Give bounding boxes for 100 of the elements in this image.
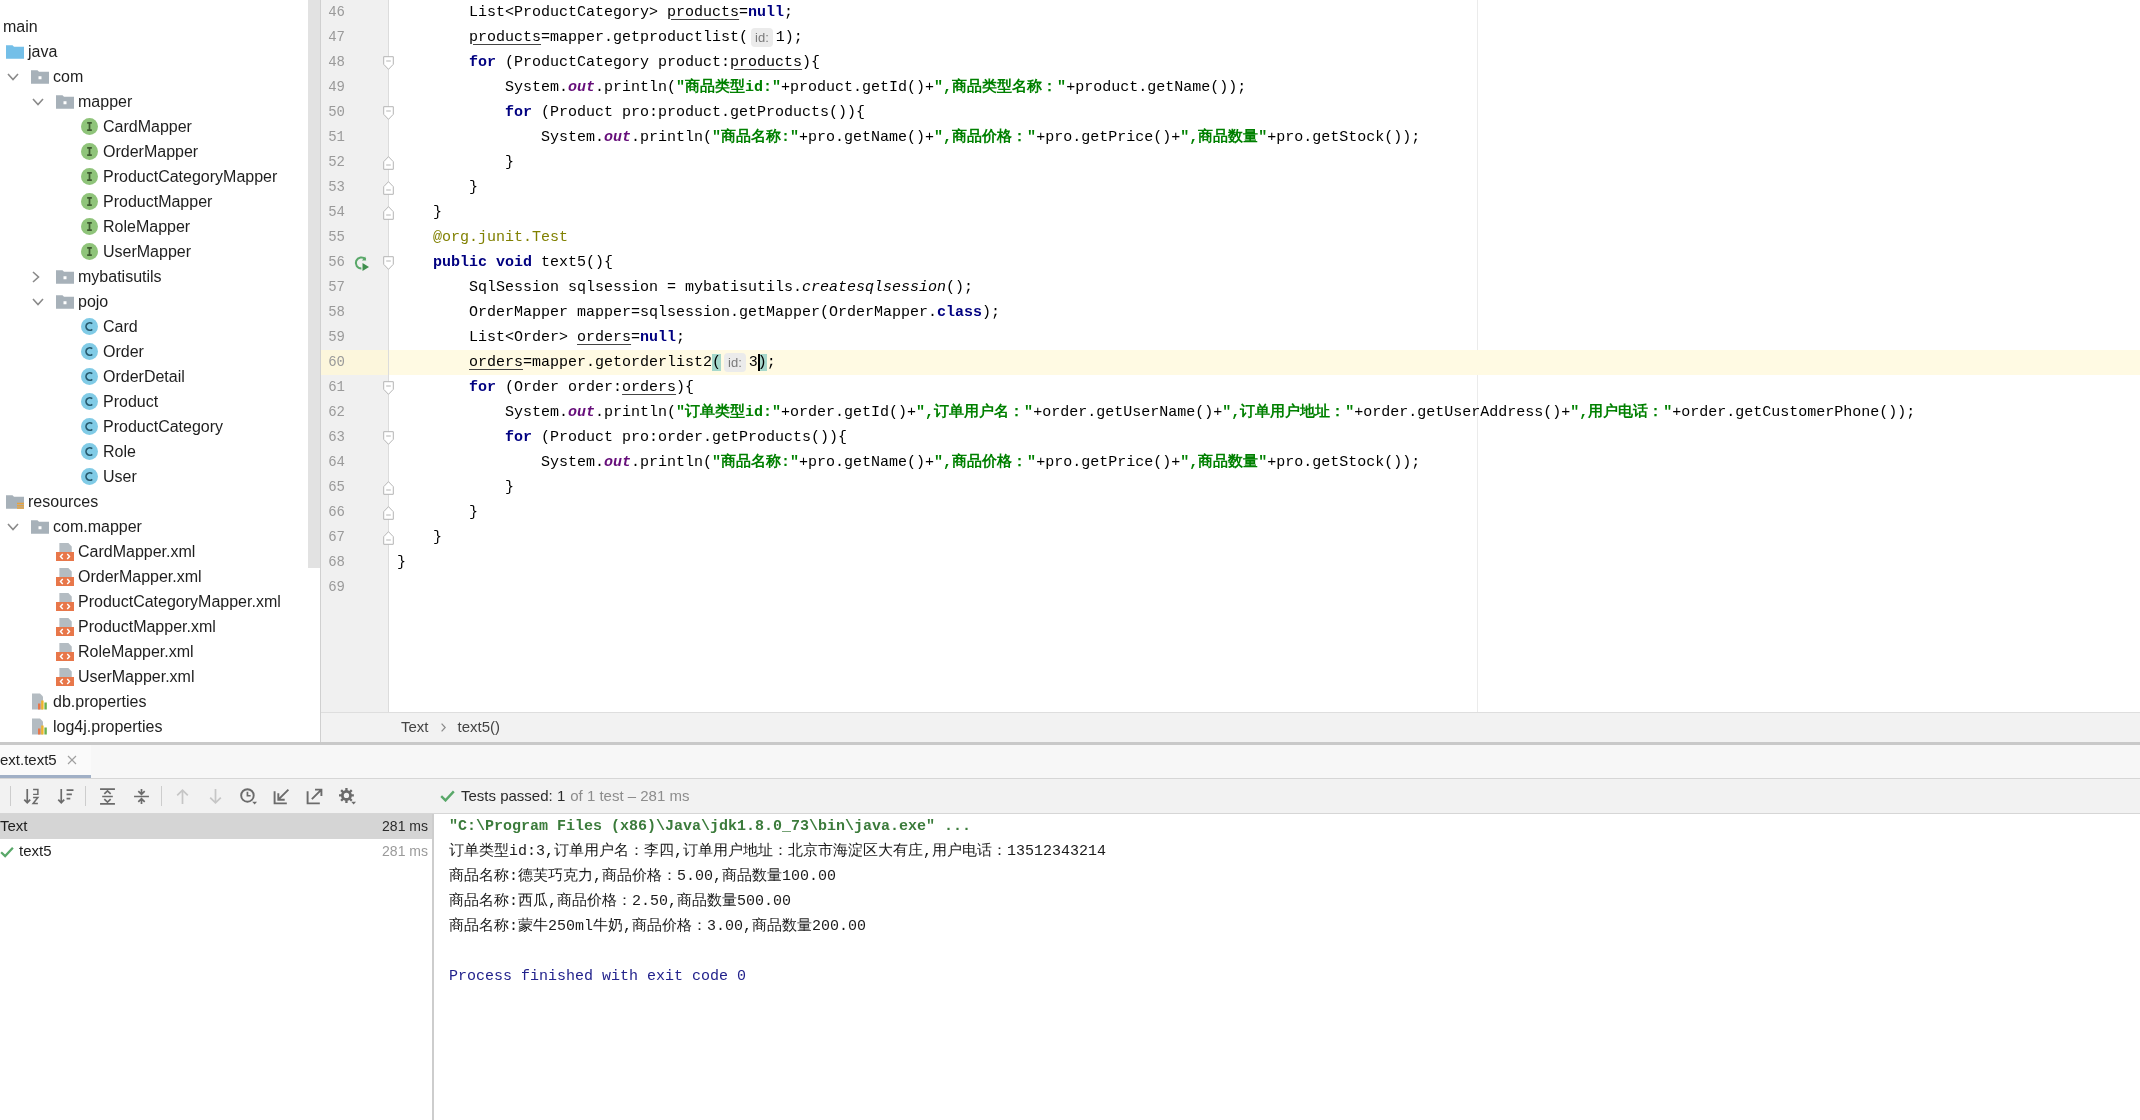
import-icon[interactable]: [273, 787, 290, 805]
code-line: for (Product pro:order.getProducts()){: [505, 427, 848, 448]
test-row[interactable]: text5 281 ms: [0, 839, 432, 864]
line-number: 58: [327, 304, 345, 321]
parameter-hint: id:: [724, 353, 746, 372]
fold-marker-icon[interactable]: [383, 256, 394, 270]
fold-marker-icon[interactable]: [383, 431, 394, 445]
tree-item[interactable]: com: [53, 65, 84, 88]
chevron-down-icon[interactable]: [32, 297, 44, 306]
tree-item[interactable]: ProductMapper: [103, 190, 213, 213]
line-number: 51: [327, 129, 345, 146]
sort-icon[interactable]: [57, 787, 74, 805]
chevron-down-icon[interactable]: [7, 522, 19, 531]
console-line: 商品名称:蒙牛250ml牛奶,商品价格：3.00,商品数量200.00: [449, 916, 867, 937]
line-number: 50: [327, 104, 345, 121]
xml-file-icon: [56, 642, 74, 661]
fold-marker-icon[interactable]: [383, 156, 394, 170]
tree-item[interactable]: RoleMapper: [103, 215, 191, 238]
tree-item[interactable]: Card: [103, 315, 138, 338]
code-line: System.out.println("商品类型id:"+product.getId()+",商品类型名称："+product.getName());: [505, 77, 1247, 98]
tree-item[interactable]: UserMapper: [103, 240, 192, 263]
tree-item[interactable]: java: [28, 40, 58, 63]
tree-item[interactable]: log4j.properties: [53, 715, 163, 738]
tree-item[interactable]: OrderMapper: [103, 140, 199, 163]
tree-item[interactable]: resources: [28, 490, 99, 513]
collapse-all-icon[interactable]: [133, 787, 150, 805]
line-number: 55: [327, 229, 345, 246]
class-icon: [81, 368, 98, 385]
code-line: }: [469, 502, 478, 523]
xml-file-icon: [56, 617, 74, 636]
tree-item[interactable]: main: [3, 15, 38, 38]
fold-marker-icon[interactable]: [383, 531, 394, 545]
code-line: }: [469, 177, 478, 198]
clock-icon[interactable]: [240, 787, 257, 805]
folder-icon: [31, 69, 49, 84]
tree-item[interactable]: Order: [103, 340, 144, 363]
code-line: }: [505, 152, 515, 173]
line-number: 53: [327, 179, 345, 196]
tree-item[interactable]: pojo: [78, 290, 109, 313]
tree-item[interactable]: User: [103, 465, 137, 488]
tree-item[interactable]: Product: [103, 390, 159, 413]
tree-item[interactable]: CardMapper.xml: [78, 540, 196, 563]
settings-icon[interactable]: [339, 787, 356, 805]
tree-item[interactable]: CardMapper: [103, 115, 192, 138]
tree-item[interactable]: Role: [103, 440, 136, 463]
tree-item[interactable]: com.mapper: [53, 515, 142, 538]
fold-marker-icon[interactable]: [383, 56, 394, 70]
code-line: }: [433, 202, 442, 223]
code-line: SqlSession sqlsession = mybatisutils.createsqlsession();: [469, 277, 974, 298]
line-number: 68: [327, 554, 345, 571]
test-row[interactable]: Text 281 ms: [0, 814, 432, 839]
sort-icon[interactable]: [23, 787, 40, 805]
tree-item[interactable]: UserMapper.xml: [78, 665, 195, 688]
line-number: 60: [327, 354, 345, 371]
code-text: 1);: [775, 27, 803, 48]
line-number: 65: [327, 479, 345, 496]
fold-marker-icon[interactable]: [383, 381, 394, 395]
export-icon[interactable]: [306, 787, 323, 805]
line-number: 67: [327, 529, 345, 546]
chevron-down-icon[interactable]: [7, 72, 19, 81]
line-number: 47: [327, 29, 345, 46]
tree-item[interactable]: mapper: [78, 90, 133, 113]
test-name: Text: [0, 816, 28, 837]
fold-marker-icon[interactable]: [383, 206, 394, 220]
tree-item[interactable]: ProductCategory: [103, 415, 224, 438]
fold-marker-icon[interactable]: [383, 506, 394, 520]
breadcrumb[interactable]: text5(): [457, 716, 501, 739]
fold-marker-icon[interactable]: [383, 181, 394, 195]
folder-icon: [56, 294, 74, 309]
line-number: 61: [327, 379, 345, 396]
properties-file-icon: [31, 718, 47, 735]
xml-file-icon: [56, 667, 74, 686]
tree-item[interactable]: ProductCategoryMapper.xml: [78, 590, 281, 613]
tree-item[interactable]: OrderMapper.xml: [78, 565, 202, 588]
folder-icon: [56, 269, 74, 284]
interface-icon: [81, 193, 98, 210]
code-line: OrderMapper mapper=sqlsession.getMapper(OrderMapper.class);: [469, 302, 1001, 323]
line-number: 52: [327, 154, 345, 171]
fold-marker-icon[interactable]: [383, 106, 394, 120]
tree-item[interactable]: RoleMapper.xml: [78, 640, 194, 663]
tree-item[interactable]: db.properties: [53, 690, 147, 713]
breadcrumb[interactable]: Text: [401, 716, 429, 739]
tree-item[interactable]: ProductCategoryMapper: [103, 165, 278, 188]
tree-item[interactable]: mybatisutils: [78, 265, 162, 288]
scrollbar[interactable]: [308, 0, 320, 568]
folder-icon: [56, 94, 74, 109]
folder-icon: [6, 44, 24, 59]
fold-marker-icon[interactable]: [383, 481, 394, 495]
tree-item[interactable]: ProductMapper.xml: [78, 615, 216, 638]
class-icon: [81, 468, 98, 485]
interface-icon: [81, 168, 98, 185]
tree-item[interactable]: OrderDetail: [103, 365, 185, 388]
expand-all-icon[interactable]: [99, 787, 116, 805]
code-line: }: [397, 552, 406, 573]
run-icon[interactable]: [353, 254, 369, 271]
interface-icon: [81, 143, 98, 160]
chevron-down-icon[interactable]: [32, 97, 44, 106]
close-icon[interactable]: [66, 755, 77, 765]
console-line: 订单类型id:3,订单用户名：李四,订单用户地址：北京市海淀区大有庄,用户电话：13512343214: [449, 841, 1107, 862]
chevron-right-icon[interactable]: [32, 270, 40, 283]
